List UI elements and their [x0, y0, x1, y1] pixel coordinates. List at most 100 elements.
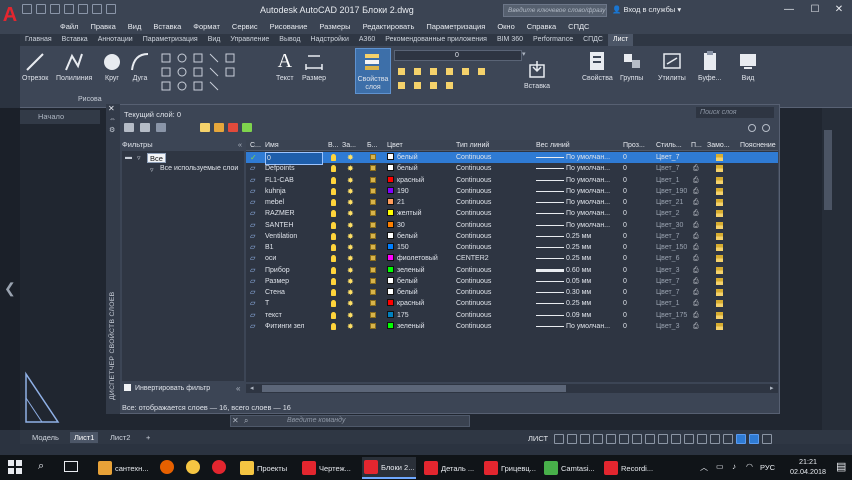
layer-transparency[interactable]: 0	[623, 208, 653, 219]
layer-lineweight[interactable]: По умолчан...	[566, 163, 622, 174]
palette-settings-icon[interactable]: ⚙	[109, 126, 115, 134]
on-bulb-icon[interactable]	[331, 266, 336, 274]
layer-lineweight[interactable]: По умолчан...	[566, 220, 622, 231]
on-bulb-icon[interactable]	[331, 289, 336, 296]
layer-color[interactable]: зеленый	[387, 321, 453, 332]
menu-item[interactable]: Окно	[491, 20, 520, 34]
layer-color[interactable]: красный	[387, 175, 453, 186]
thaw-sun-icon[interactable]: ✸	[347, 266, 354, 275]
selection-cycling-icon[interactable]	[658, 433, 669, 444]
layer-mini-tools[interactable]	[394, 66, 524, 94]
layer-row[interactable]: ▱ Фитинги зел ✸ зеленый Continuous По умолчан…	[246, 321, 778, 332]
menu-item[interactable]: Формат	[187, 20, 226, 34]
command-input[interactable]: Введите команду	[230, 415, 470, 427]
layer-lineweight[interactable]: 0.05 мм	[566, 276, 622, 287]
thaw-sun-icon[interactable]: ✸	[347, 243, 354, 252]
new-vp-freeze-icon[interactable]	[716, 165, 723, 173]
layer-lineweight[interactable]: По умолчан...	[566, 175, 622, 186]
thaw-sun-icon[interactable]: ✸	[347, 153, 354, 162]
layer-linetype[interactable]: Continuous	[456, 265, 532, 276]
ribbon-tab[interactable]: СПДС	[578, 34, 608, 46]
menu-item[interactable]: Справка	[521, 20, 562, 34]
thaw-sun-icon[interactable]: ✸	[347, 277, 354, 286]
thaw-sun-icon[interactable]: ✸	[347, 176, 354, 185]
menu-item[interactable]: Правка	[84, 20, 121, 34]
column-header[interactable]: Замо...	[707, 140, 739, 151]
layer-transparency[interactable]: 0	[623, 253, 653, 264]
layer-color[interactable]: зеленый	[387, 265, 453, 276]
layer-linetype[interactable]: Continuous	[456, 220, 532, 231]
plot-printer-icon[interactable]: ⎙	[693, 232, 699, 241]
plot-printer-icon[interactable]: ⎙	[693, 266, 699, 275]
column-header[interactable]: Стиль...	[656, 140, 690, 151]
layer-color[interactable]: белый	[387, 276, 453, 287]
minimize-button[interactable]: —	[776, 0, 802, 20]
clipboard-tool[interactable]: Буфе...	[698, 50, 721, 82]
scroll-left-icon[interactable]: ◂	[250, 384, 254, 392]
taskbar-app[interactable]: Recordi...	[602, 457, 655, 479]
layer-lineweight[interactable]: 0.30 мм	[566, 287, 622, 298]
unlock-icon[interactable]	[370, 255, 376, 262]
unlock-icon[interactable]	[370, 199, 376, 205]
on-bulb-icon[interactable]	[331, 277, 336, 285]
menu-item[interactable]: Вставка	[147, 20, 187, 34]
layer-name[interactable]: RAZMER	[265, 208, 323, 219]
tree-expand-icon[interactable]: ▬	[125, 154, 132, 161]
layer-transparency[interactable]: 0	[623, 321, 653, 332]
layer-lineweight[interactable]: 0.25 мм	[566, 298, 622, 309]
unlock-icon[interactable]	[370, 322, 376, 329]
layer-lineweight[interactable]: 0.09 мм	[566, 310, 622, 321]
layer-lineweight[interactable]: 0.25 мм	[566, 242, 622, 253]
taskbar-app[interactable]: Грицевц...	[482, 457, 538, 479]
text-tool[interactable]: A Текст	[276, 50, 294, 82]
layer-linetype[interactable]: Continuous	[456, 186, 532, 197]
unlock-icon[interactable]	[370, 244, 376, 250]
firefox-icon[interactable]	[160, 460, 174, 474]
settings-icon[interactable]	[762, 124, 770, 132]
palette-close-icon[interactable]: ✕	[108, 104, 115, 113]
layer-transparency[interactable]: 0	[623, 287, 653, 298]
thaw-sun-icon[interactable]: ✸	[347, 232, 354, 241]
layer-row[interactable]: ▱ RAZMER ✸ желтый Continuous По умолчан... 0 Цв…	[246, 208, 778, 219]
otrack-icon[interactable]	[619, 433, 630, 444]
layer-states-icon[interactable]	[156, 123, 166, 132]
layer-name[interactable]: FL1-CAB	[265, 175, 323, 186]
ribbon-tab[interactable]: Вид	[203, 34, 226, 46]
layer-transparency[interactable]: 0	[623, 152, 653, 163]
new-vp-freeze-icon[interactable]	[716, 300, 723, 308]
layer-name[interactable]: SANTEH	[265, 220, 323, 231]
layer-lineweight[interactable]: По умолчан...	[566, 321, 622, 332]
layer-row[interactable]: ▱ FL1-CAB ✸ красный Continuous По умолчан... 0…	[246, 175, 778, 186]
layer-name[interactable]: Прибор	[265, 265, 323, 276]
new-layer-frozen-icon[interactable]	[214, 123, 224, 132]
layer-color[interactable]: 190	[387, 186, 453, 197]
ribbon-tab[interactable]: Параметризация	[138, 34, 203, 46]
unlock-icon[interactable]	[370, 154, 376, 160]
layer-transparency[interactable]: 0	[623, 220, 653, 231]
layer-linetype[interactable]: Continuous	[456, 152, 532, 163]
layer-row[interactable]: ▱ текст ✸ 175 Continuous 0.09 мм 0 Цвет_175 ⎙	[246, 310, 778, 321]
new-vp-freeze-icon[interactable]	[716, 187, 723, 195]
layer-linetype[interactable]: Continuous	[456, 287, 532, 298]
layer-plot-style[interactable]: Цвет_1	[656, 298, 690, 309]
layer-row[interactable]: ▱ kuhnja ✸ 190 Continuous По умолчан... 0 Цвет_…	[246, 186, 778, 197]
layer-transparency[interactable]: 0	[623, 186, 653, 197]
plot-printer-icon[interactable]: ⎙	[693, 288, 699, 297]
collapse-filters-icon[interactable]: «	[238, 140, 242, 149]
line-tool[interactable]: Отрезок	[22, 52, 48, 82]
thaw-sun-icon[interactable]: ✸	[347, 209, 354, 218]
plot-printer-icon[interactable]: ⎙	[693, 209, 699, 218]
new-vp-freeze-icon[interactable]	[716, 266, 723, 274]
unlock-icon[interactable]	[370, 176, 376, 183]
transparency-icon[interactable]	[645, 433, 656, 444]
layer-name[interactable]: kuhnja	[265, 186, 323, 197]
on-bulb-icon[interactable]	[331, 210, 336, 218]
column-header[interactable]: Вес линий	[536, 140, 622, 151]
layer-transparency[interactable]: 0	[623, 242, 653, 253]
menu-item[interactable]: Редактировать	[357, 20, 421, 34]
layer-name[interactable]: оси	[265, 253, 323, 264]
layer-plot-style[interactable]: Цвет_3	[656, 265, 690, 276]
layer-linetype[interactable]: Continuous	[456, 163, 532, 174]
tab-sheet1[interactable]: Лист1	[70, 432, 99, 443]
layer-color[interactable]: красный	[387, 298, 453, 309]
